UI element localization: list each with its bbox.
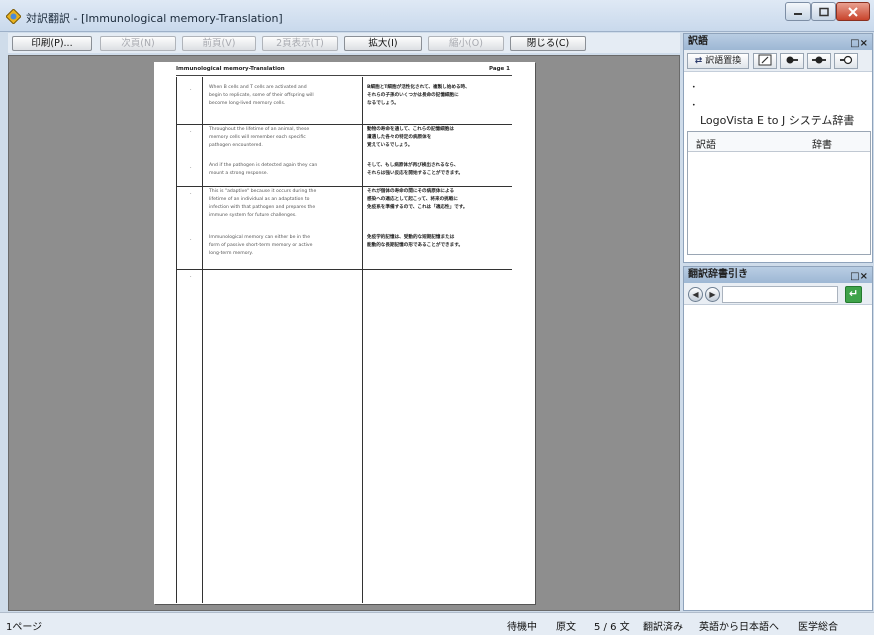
back-icon: ◀ [692,290,699,299]
enter-icon: ↵ [848,287,859,300]
row-marker: · [190,87,192,93]
translation-words-panel: 訳語 □× ⇄ 訳語置換 • • LogoVista E to J システム辞書… [683,33,873,263]
source-sentence: When B cells and T cells are activated a… [209,85,314,106]
dictionary-name: LogoVista E to J システム辞書 [700,114,855,127]
column-header-dictionary[interactable]: 辞書 [812,136,832,151]
preview-area[interactable]: Immunological memory-Translation Page 1 … [8,55,680,611]
source-sentence: Immunological memory can either be in th… [209,235,313,256]
panel-title: 訳語 □× [684,34,872,50]
close-icon [848,6,858,17]
maximize-button[interactable] [811,2,836,21]
close-button[interactable] [836,2,870,21]
table-marker-column-line [202,77,203,603]
replace-label: 訳語置換 [705,56,742,66]
status-direction: 英語から日本語へ [699,622,779,633]
next-page-button[interactable]: 次頁(N) [100,36,176,51]
row-marker: · [190,165,192,171]
zoom-out-button[interactable]: 縮小(O) [428,36,504,51]
row-marker: · [190,274,192,280]
row-marker: · [190,191,192,197]
minimize-button[interactable] [785,2,811,21]
close-preview-button[interactable]: 閉じる(C) [510,36,586,51]
page: Immunological memory-Translation Page 1 … [154,62,535,604]
prev-page-button[interactable]: 前頁(V) [182,36,256,51]
dictionary-lookup-panel: 翻訳辞書引き □× ◀ ▶ ↵ [683,266,873,611]
title-bar: 対訳翻訳 - [Immunological memory-Translation… [0,0,874,32]
translation-words-toolbar: ⇄ 訳語置換 [684,50,872,72]
translation-list[interactable]: 訳語 辞書 [687,131,871,255]
translated-sentence: B細胞とT細胞が活性化されて、複製し始める時、 それらの子孫のいくつかは長命の記… [367,85,470,106]
app-icon [6,9,21,24]
row-divider [176,186,512,187]
row-marker: · [190,129,192,135]
arrow-left-icon [786,56,798,64]
forward-icon: ▶ [709,290,716,299]
translated-sentence: そして、もし病原体が再び検出されるなら、 それらは強い反応を開始することができま… [367,163,464,176]
replace-translation-button[interactable]: ⇄ 訳語置換 [687,53,749,69]
status-source: 原文 [556,622,576,633]
lookup-search-input[interactable] [722,286,838,303]
page-header: Immunological memory-Translation Page 1 [176,66,512,76]
zoom-in-button[interactable]: 拡大(I) [344,36,422,51]
two-page-button[interactable]: 2頁表示(T) [262,36,338,51]
edit-button[interactable] [753,53,777,69]
source-sentence: This is "adaptive" because it occurs dur… [209,189,317,218]
status-waiting: 待機中 [507,622,537,633]
row-divider [176,269,512,270]
page-number: Page 1 [488,66,510,72]
print-button[interactable]: 印刷(P)... [12,36,92,51]
page-header-title: Immunological memory-Translation [176,66,285,72]
list-dot: • [692,84,696,91]
search-enter-button[interactable]: ↵ [845,286,862,303]
list-header: 訳語 辞書 [688,132,870,152]
back-button[interactable]: ◀ [688,287,703,302]
maximize-icon [818,7,829,16]
status-page: 1ページ [6,622,43,633]
preview-toolbar: 印刷(P)... 次頁(N) 前頁(V) 2頁表示(T) 拡大(I) 縮小(O)… [8,33,680,53]
table-left-border [176,77,177,603]
status-translated: 翻訳済み [643,622,683,633]
move-right-button[interactable] [834,53,858,69]
source-sentence: Throughout the lifetime of an animal, th… [209,127,310,148]
panel-title: 翻訳辞書引き □× [684,267,872,283]
arrow-right-icon [840,55,853,65]
arrow-both-icon [812,56,826,64]
dictionary-lookup-title: 翻訳辞書引き [688,269,748,280]
row-marker: · [190,237,192,243]
edit-icon [758,54,772,66]
minimize-icon [794,12,802,15]
translated-sentence: 免疫学的記憶は、受動的な短期記憶または 能動的な長期記憶の形であることができます… [367,235,463,248]
table-center-line [362,77,363,603]
forward-button[interactable]: ▶ [705,287,720,302]
translated-sentence: それが個体の寿命の間にその病原体による 感染への適応として起こって、将来の挑戦に… [367,189,468,210]
lookup-toolbar: ◀ ▶ ↵ [684,283,872,305]
move-center-button[interactable] [807,53,831,69]
row-divider [176,124,512,125]
status-sentence-count: 5 / 6 文 [594,622,630,633]
status-field: 医学総合 [798,622,838,633]
replace-icon: ⇄ [694,56,703,66]
window-title: 対訳翻訳 - [Immunological memory-Translation… [26,12,283,25]
move-left-button[interactable] [780,53,804,69]
column-header-translation[interactable]: 訳語 [696,136,716,151]
translated-sentence: 動物の寿命を通して、これらの記憶細胞は 遭遇した各々の特定の病原体を 覚えている… [367,127,454,148]
list-dot: • [692,102,696,109]
source-sentence: And if the pathogen is detected again th… [209,163,318,176]
translation-words-title: 訳語 [688,36,708,47]
status-bar: 1ページ 待機中 原文 5 / 6 文 翻訳済み 英語から日本語へ 医学総合 [0,612,874,635]
